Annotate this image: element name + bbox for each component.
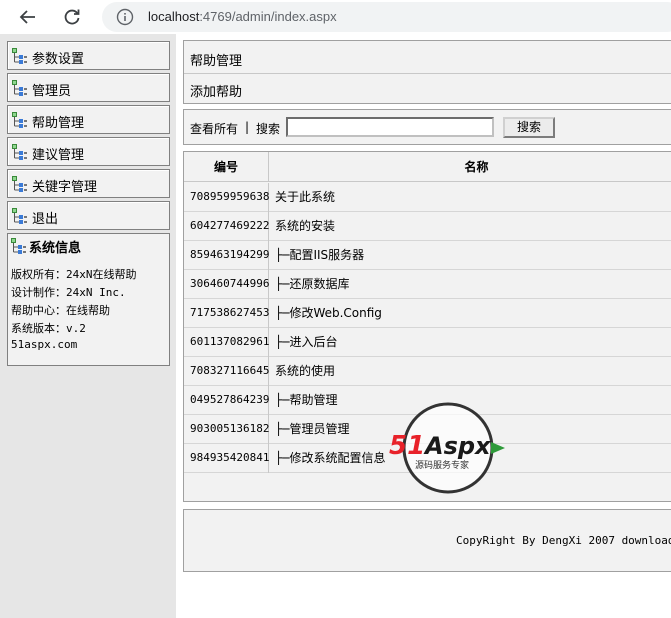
tree-icon [12, 144, 27, 160]
system-info-panel: 系统信息 版权所有：24xN在线帮助 设计制作：24xN Inc. 帮助中心：在… [7, 233, 170, 366]
sidebar-item-logout[interactable]: 退出 [7, 201, 170, 230]
cell-name-link[interactable]: ├─进入后台 [275, 328, 337, 357]
cell-id: 604277469222 [184, 212, 269, 241]
cell-name-link[interactable]: ├─修改Web.Config [275, 299, 382, 328]
cell-name-link[interactable]: ├─帮助管理 [275, 386, 337, 415]
site-info-icon[interactable] [116, 8, 134, 26]
tree-icon [12, 80, 27, 96]
sidebar-item-label: 帮助管理 [32, 116, 85, 131]
url-host: localhost [148, 9, 200, 24]
reload-button[interactable] [59, 4, 85, 30]
sidebar-item-keywords[interactable]: 关键字管理 [7, 169, 170, 198]
cell-id: 306460744996 [184, 270, 269, 299]
sidebar-item-label: 关键字管理 [32, 180, 98, 195]
svg-text:源码服务专家: 源码服务专家 [415, 459, 469, 471]
separator: | [245, 120, 250, 134]
51aspx-logo: 51 Aspx 源码服务专家 [389, 402, 505, 494]
sidebar-item-help[interactable]: 帮助管理 [7, 105, 170, 134]
reload-icon [64, 9, 80, 25]
column-header-id: 编号 [184, 152, 269, 182]
tree-icon [12, 176, 27, 192]
header-panel: 帮助管理 添加帮助 [183, 40, 671, 104]
main-content: 帮助管理 添加帮助 查看所有 | 搜索 搜索 编号 名称 70895995963… [176, 34, 671, 618]
table-row: 306460744996 ├─还原数据库 [184, 270, 671, 299]
tree-icon [11, 238, 26, 254]
table-row: 708327116645 系统的使用 [184, 357, 671, 386]
cell-name-link[interactable]: 系统的安装 [275, 212, 335, 241]
cell-name-link[interactable]: ├─修改系统配置信息 [275, 444, 385, 473]
sidebar-item-label: 管理员 [32, 84, 72, 99]
table-row: 717538627453 ├─修改Web.Config [184, 299, 671, 328]
column-header-name: 名称 [269, 152, 671, 182]
url-text[interactable]: localhost:4769/admin/index.aspx [148, 9, 337, 24]
back-arrow-icon [19, 10, 35, 24]
address-bar[interactable]: localhost:4769/admin/index.aspx [102, 2, 671, 32]
cell-id: 984935420841 [184, 444, 269, 473]
system-info-title: 系统信息 [29, 241, 82, 256]
cell-name-link[interactable]: 关于此系统 [275, 183, 335, 212]
info-help-center: 帮助中心：在线帮助 [11, 304, 110, 317]
info-version: 系统版本：v.2 [11, 322, 86, 335]
page-title: 帮助管理 [190, 54, 243, 69]
svg-text:51: 51 [389, 431, 425, 461]
sidebar-item-admin[interactable]: 管理员 [7, 73, 170, 102]
cell-name-link[interactable]: ├─还原数据库 [275, 270, 349, 299]
sidebar-item-label: 建议管理 [32, 148, 85, 163]
svg-text:Aspx: Aspx [423, 432, 492, 460]
cell-id: 049527864239 [184, 386, 269, 415]
sidebar-item-label: 退出 [32, 212, 59, 227]
url-path: :4769/admin/index.aspx [199, 9, 337, 24]
cell-id: 717538627453 [184, 299, 269, 328]
table-row: 859463194299 ├─配置IIS服务器 [184, 241, 671, 270]
cell-name-link[interactable]: ├─配置IIS服务器 [275, 241, 364, 270]
cell-id: 708327116645 [184, 357, 269, 386]
browser-toolbar: localhost:4769/admin/index.aspx [0, 0, 671, 34]
cell-id: 708959959638 [184, 183, 269, 212]
table-row: 604277469222 系统的安装 [184, 212, 671, 241]
sidebar-item-settings[interactable]: 参数设置 [7, 41, 170, 70]
footer-panel: CopyRight By DengXi 2007 download fr [183, 509, 671, 572]
cell-name-link[interactable]: 系统的使用 [275, 357, 335, 386]
search-input[interactable] [286, 117, 494, 137]
copyright-text: CopyRight By DengXi 2007 download fr [456, 534, 671, 547]
cell-id: 859463194299 [184, 241, 269, 270]
back-button[interactable] [15, 4, 41, 30]
info-site: 51aspx.com [11, 338, 78, 351]
search-label: 搜索 [256, 122, 281, 136]
table-row: 601137082961 ├─进入后台 [184, 328, 671, 357]
search-button[interactable]: 搜索 [503, 117, 555, 138]
cell-id: 601137082961 [184, 328, 269, 357]
info-designer: 设计制作：24xN Inc. [11, 286, 126, 299]
tree-icon [12, 48, 27, 64]
info-copyright: 版权所有：24xN在线帮助 [11, 268, 137, 281]
view-all-link[interactable]: 查看所有 [190, 120, 238, 137]
tree-icon [12, 208, 27, 224]
sidebar-item-suggestions[interactable]: 建议管理 [7, 137, 170, 166]
add-help-link[interactable]: 添加帮助 [190, 81, 242, 100]
divider [184, 73, 671, 74]
tree-icon [12, 112, 27, 128]
cell-id: 903005136182 [184, 415, 269, 444]
cell-name-link[interactable]: ├─管理员管理 [275, 415, 349, 444]
table-row: 708959959638 关于此系统 [184, 183, 671, 212]
sidebar: 参数设置 管理员 帮助管理 建议管理 关键字管理 退出 系统信息 版权所有：24… [0, 34, 176, 618]
sidebar-item-label: 参数设置 [32, 52, 85, 67]
